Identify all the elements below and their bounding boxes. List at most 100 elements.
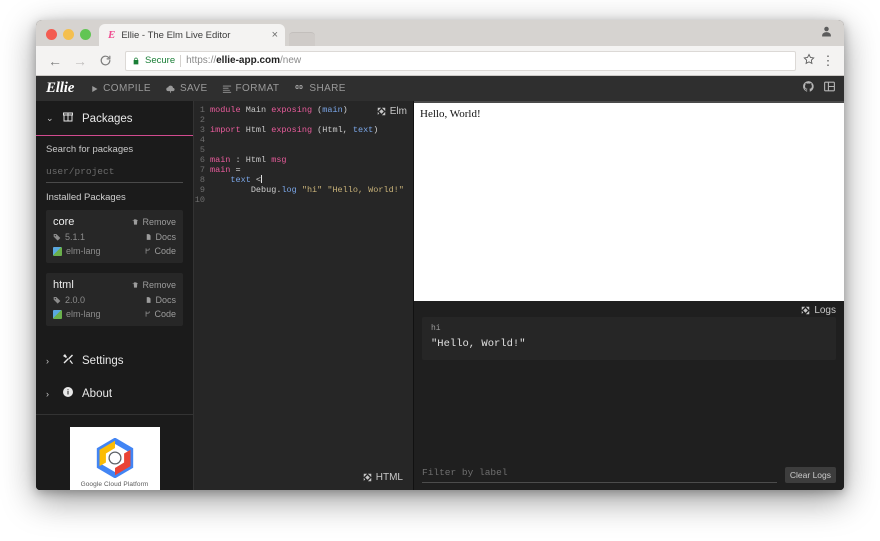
logs-panel: Logs hi "Hello, World!" Clear Logs	[414, 301, 844, 490]
packages-box-icon	[62, 111, 74, 126]
back-icon[interactable]: ←	[44, 50, 66, 72]
lock-icon	[132, 56, 140, 66]
package-name: core	[53, 216, 75, 228]
chevron-right-icon: ›	[46, 355, 49, 366]
code-line: 7 main =	[194, 165, 413, 175]
share-label: SHARE	[309, 83, 346, 94]
close-icon[interactable]: ×	[272, 29, 278, 41]
package-code-link[interactable]: Code	[144, 309, 176, 319]
browser-tab[interactable]: E Ellie - The Elm Live Editor ×	[99, 24, 285, 46]
sidebar-ad[interactable]: Google Cloud Platform Serverless means p…	[36, 415, 193, 490]
chevron-down-icon: ⌄	[46, 113, 54, 123]
html-tab-label: HTML	[375, 471, 403, 483]
output-panel: Hello, World! Logs hi "Hello, World!" Cl…	[414, 101, 844, 490]
sidebar-item-about[interactable]: › About	[36, 377, 193, 410]
package-version-text: 2.0.0	[65, 295, 86, 305]
package-remove-button[interactable]: Remove	[132, 217, 176, 227]
docs-label: Docs	[155, 295, 176, 305]
browser-address-bar: ← → Secure https://ellie-app.com/new ⋮	[36, 26, 844, 76]
line-number: 4	[199, 135, 205, 145]
share-button[interactable]: SHARE	[293, 83, 345, 94]
reload-icon[interactable]	[94, 50, 116, 72]
browser-tab-title: Ellie - The Elm Live Editor	[121, 29, 231, 41]
browser-tab-strip: E Ellie - The Elm Live Editor ×	[36, 20, 844, 46]
compile-button[interactable]: COMPILE	[90, 83, 151, 94]
package-search-input[interactable]	[46, 166, 183, 183]
package-code-link[interactable]: Code	[144, 246, 176, 256]
format-button[interactable]: FORMAT	[222, 83, 280, 94]
sidebar-collapsible-group: › Settings › About	[36, 342, 193, 415]
logs-badge[interactable]: Logs	[801, 305, 836, 316]
profile-avatar-icon[interactable]	[819, 24, 834, 39]
omnibox-divider	[180, 54, 182, 67]
code-text: module Main exposing (main)	[210, 105, 348, 115]
text-cursor	[261, 175, 263, 183]
installed-packages-label: Installed Packages	[46, 192, 126, 203]
line-number: 5	[199, 145, 205, 155]
save-label: SAVE	[179, 83, 208, 94]
forward-icon[interactable]: →	[69, 50, 91, 72]
ellie-logo[interactable]: Ellie	[46, 80, 74, 97]
document-icon	[147, 297, 152, 303]
maximize-window-button[interactable]	[80, 29, 91, 40]
package-card-row: core Remove	[53, 216, 176, 228]
clear-logs-button[interactable]: Clear Logs	[784, 467, 836, 483]
panel-layout-icon[interactable]	[823, 80, 836, 98]
sidebar-section-packages[interactable]: ⌄ Packages	[36, 101, 193, 136]
gcp-hexagon-icon	[96, 438, 133, 478]
code-lines: 1 module Main exposing (main) 2 3 import Htm…	[194, 105, 413, 205]
package-card-row: 5.1.1 Docs	[53, 232, 176, 242]
tag-icon	[53, 297, 61, 304]
gcp-logo-image: Google Cloud Platform	[69, 427, 160, 490]
github-icon[interactable]	[802, 80, 815, 98]
sidebar-item-settings[interactable]: › Settings	[36, 344, 193, 377]
new-tab-button[interactable]	[289, 32, 315, 46]
window-traffic-lights	[36, 29, 99, 46]
author-avatar-icon	[53, 309, 62, 319]
link-icon	[295, 84, 304, 90]
minimize-window-button[interactable]	[63, 29, 74, 40]
play-icon	[92, 85, 98, 92]
gcp-caption: Google Cloud Platform	[80, 481, 149, 488]
rendered-output-iframe: Hello, World!	[414, 101, 844, 301]
package-card: core Remove 5.1.1 Docs elm-lang Code	[46, 210, 183, 263]
info-icon	[62, 386, 74, 401]
save-button[interactable]: SAVE	[165, 83, 208, 94]
secure-label: Secure	[145, 55, 176, 66]
url-scheme: https://	[186, 55, 217, 66]
code-line: 3 import Html exposing (Html, text)	[194, 125, 413, 135]
code-editor[interactable]: 1 module Main exposing (main) 2 3 import Htm…	[194, 101, 413, 464]
ellie-favicon-icon: E	[108, 28, 116, 41]
ellie-main-area: ⌄ Packages Search for packages Installed…	[36, 101, 844, 490]
bookmark-star-icon[interactable]	[803, 53, 817, 68]
package-docs-link[interactable]: Docs	[145, 232, 176, 242]
close-window-button[interactable]	[46, 29, 57, 40]
author-avatar-icon	[53, 246, 62, 256]
remove-label: Remove	[142, 280, 176, 290]
line-number: 3	[199, 125, 205, 135]
elm-logo-icon	[802, 306, 810, 315]
browser-menu-icon[interactable]: ⋮	[820, 53, 836, 69]
line-number: 10	[194, 195, 205, 205]
logs-badge-label: Logs	[814, 305, 836, 316]
search-for-packages-label: Search for packages	[46, 144, 134, 155]
url-domain: ellie-app.com	[216, 55, 281, 66]
about-label: About	[82, 387, 113, 400]
ellie-app: Ellie COMPILE SAVE FORMAT SHARE ⌄ Packag…	[36, 76, 844, 490]
url-bar[interactable]: Secure https://ellie-app.com/new	[125, 50, 796, 71]
line-number: 1	[199, 105, 205, 115]
line-number: 2	[199, 115, 205, 125]
tab-html[interactable]: HTML	[194, 464, 413, 490]
package-docs-link[interactable]: Docs	[145, 295, 176, 305]
package-card-row: 2.0.0 Docs	[53, 295, 176, 305]
settings-label: Settings	[82, 354, 124, 367]
log-entry-label: hi	[431, 324, 441, 333]
package-remove-button[interactable]: Remove	[132, 280, 176, 290]
tab-elm[interactable]: Elm	[377, 106, 407, 117]
log-filter-input[interactable]	[422, 467, 777, 483]
package-author-text: elm-lang	[66, 246, 101, 256]
logs-footer: Clear Logs	[414, 460, 844, 490]
compile-label: COMPILE	[103, 83, 151, 94]
code-line: 6 main : Html msg	[194, 155, 413, 165]
cloud-upload-icon	[166, 85, 175, 93]
